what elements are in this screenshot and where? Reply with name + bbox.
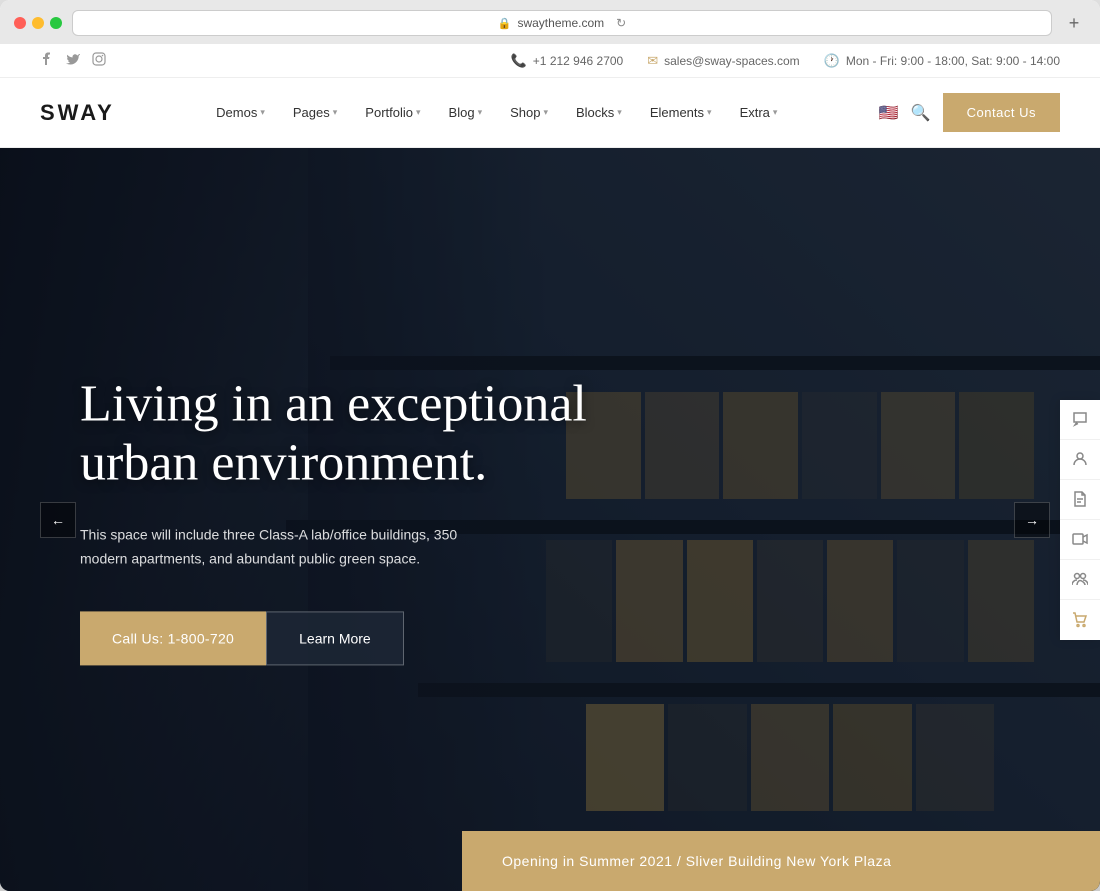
nav-item-blocks[interactable]: Blocks ▾: [564, 97, 634, 128]
hero-subtitle: This space will include three Class-A la…: [80, 524, 480, 572]
phone-icon: 📞: [511, 53, 527, 69]
nav-label-portfolio: Portfolio: [365, 105, 413, 120]
nav-label-pages: Pages: [293, 105, 330, 120]
email-address: sales@sway-spaces.com: [664, 54, 800, 68]
chevron-down-icon: ▾: [333, 107, 338, 118]
chevron-down-icon: ▾: [617, 107, 622, 118]
close-button[interactable]: [14, 17, 26, 29]
browser-chrome: 🔒 swaytheme.com ↻ +: [0, 0, 1100, 44]
hero-title: Living in an exceptional urban environme…: [80, 374, 640, 494]
chevron-down-icon: ▾: [478, 107, 483, 118]
website: 📞 +1 212 946 2700 ✉ sales@sway-spaces.co…: [0, 44, 1100, 891]
brand-logo[interactable]: SWAY: [40, 100, 115, 126]
right-sidebar: [1060, 400, 1100, 640]
sidebar-cart-button[interactable]: [1060, 600, 1100, 640]
traffic-lights: [14, 17, 62, 29]
navbar: SWAY Demos ▾ Pages ▾ Portfolio ▾ Blog ▾: [0, 78, 1100, 148]
hero-buttons: Call Us: 1-800-720 Learn More: [80, 611, 640, 665]
top-bar: 📞 +1 212 946 2700 ✉ sales@sway-spaces.co…: [0, 44, 1100, 78]
address-bar[interactable]: 🔒 swaytheme.com ↻: [72, 10, 1052, 36]
contact-button[interactable]: Contact Us: [943, 93, 1060, 132]
hours-item: 🕐 Mon - Fri: 9:00 - 18:00, Sat: 9:00 - 1…: [824, 53, 1060, 69]
nav-label-demos: Demos: [216, 105, 257, 120]
sidebar-team-button[interactable]: [1060, 560, 1100, 600]
learn-more-button[interactable]: Learn More: [266, 611, 404, 665]
email-icon: ✉: [647, 53, 658, 69]
chevron-down-icon: ▾: [773, 107, 778, 118]
phone-number: +1 212 946 2700: [533, 54, 623, 68]
sidebar-account-button[interactable]: [1060, 440, 1100, 480]
facebook-icon[interactable]: [40, 52, 54, 69]
nav-label-blog: Blog: [449, 105, 475, 120]
next-slide-button[interactable]: →: [1014, 502, 1050, 538]
instagram-icon[interactable]: [92, 52, 106, 69]
nav-item-elements[interactable]: Elements ▾: [638, 97, 724, 128]
nav-item-portfolio[interactable]: Portfolio ▾: [353, 97, 432, 128]
new-tab-button[interactable]: +: [1062, 11, 1086, 35]
hero-content: Living in an exceptional urban environme…: [80, 374, 640, 665]
hero-section: Living in an exceptional urban environme…: [0, 148, 1100, 891]
nav-label-shop: Shop: [510, 105, 540, 120]
search-icon[interactable]: 🔍: [911, 103, 931, 123]
social-icons: [40, 52, 106, 69]
phone-item: 📞 +1 212 946 2700: [511, 53, 624, 69]
nav-label-extra: Extra: [740, 105, 770, 120]
email-item: ✉ sales@sway-spaces.com: [647, 53, 799, 69]
nav-item-extra[interactable]: Extra ▾: [728, 97, 790, 128]
minimize-button[interactable]: [32, 17, 44, 29]
hero-announcement-bar: Opening in Summer 2021 / Sliver Building…: [462, 831, 1100, 891]
nav-actions: 🇺🇸 🔍 Contact Us: [879, 93, 1060, 132]
nav-label-blocks: Blocks: [576, 105, 614, 120]
lock-icon: 🔒: [498, 17, 512, 30]
nav-links: Demos ▾ Pages ▾ Portfolio ▾ Blog ▾ Shop: [204, 97, 789, 128]
nav-item-pages[interactable]: Pages ▾: [281, 97, 349, 128]
maximize-button[interactable]: [50, 17, 62, 29]
nav-item-demos[interactable]: Demos ▾: [204, 97, 277, 128]
chevron-down-icon: ▾: [707, 107, 712, 118]
clock-icon: 🕐: [824, 53, 840, 69]
call-button[interactable]: Call Us: 1-800-720: [80, 611, 266, 665]
sidebar-document-button[interactable]: [1060, 480, 1100, 520]
sidebar-chat-button[interactable]: [1060, 400, 1100, 440]
language-flag[interactable]: 🇺🇸: [879, 103, 899, 123]
browser-window: 🔒 swaytheme.com ↻ + 📞: [0, 0, 1100, 891]
top-bar-right: 📞 +1 212 946 2700 ✉ sales@sway-spaces.co…: [511, 53, 1060, 69]
url-text: swaytheme.com: [517, 16, 604, 30]
twitter-icon[interactable]: [66, 52, 80, 69]
chevron-down-icon: ▾: [416, 107, 421, 118]
sidebar-video-button[interactable]: [1060, 520, 1100, 560]
arrow-right-icon: →: [1025, 512, 1039, 528]
announcement-text: Opening in Summer 2021 / Sliver Building…: [502, 853, 891, 869]
arrow-left-icon: ←: [51, 512, 65, 528]
chevron-down-icon: ▾: [543, 107, 548, 118]
business-hours: Mon - Fri: 9:00 - 18:00, Sat: 9:00 - 14:…: [846, 54, 1060, 68]
prev-slide-button[interactable]: ←: [40, 502, 76, 538]
chevron-down-icon: ▾: [260, 107, 265, 118]
nav-item-blog[interactable]: Blog ▾: [437, 97, 495, 128]
nav-label-elements: Elements: [650, 105, 704, 120]
nav-item-shop[interactable]: Shop ▾: [498, 97, 560, 128]
refresh-icon[interactable]: ↻: [616, 16, 626, 30]
